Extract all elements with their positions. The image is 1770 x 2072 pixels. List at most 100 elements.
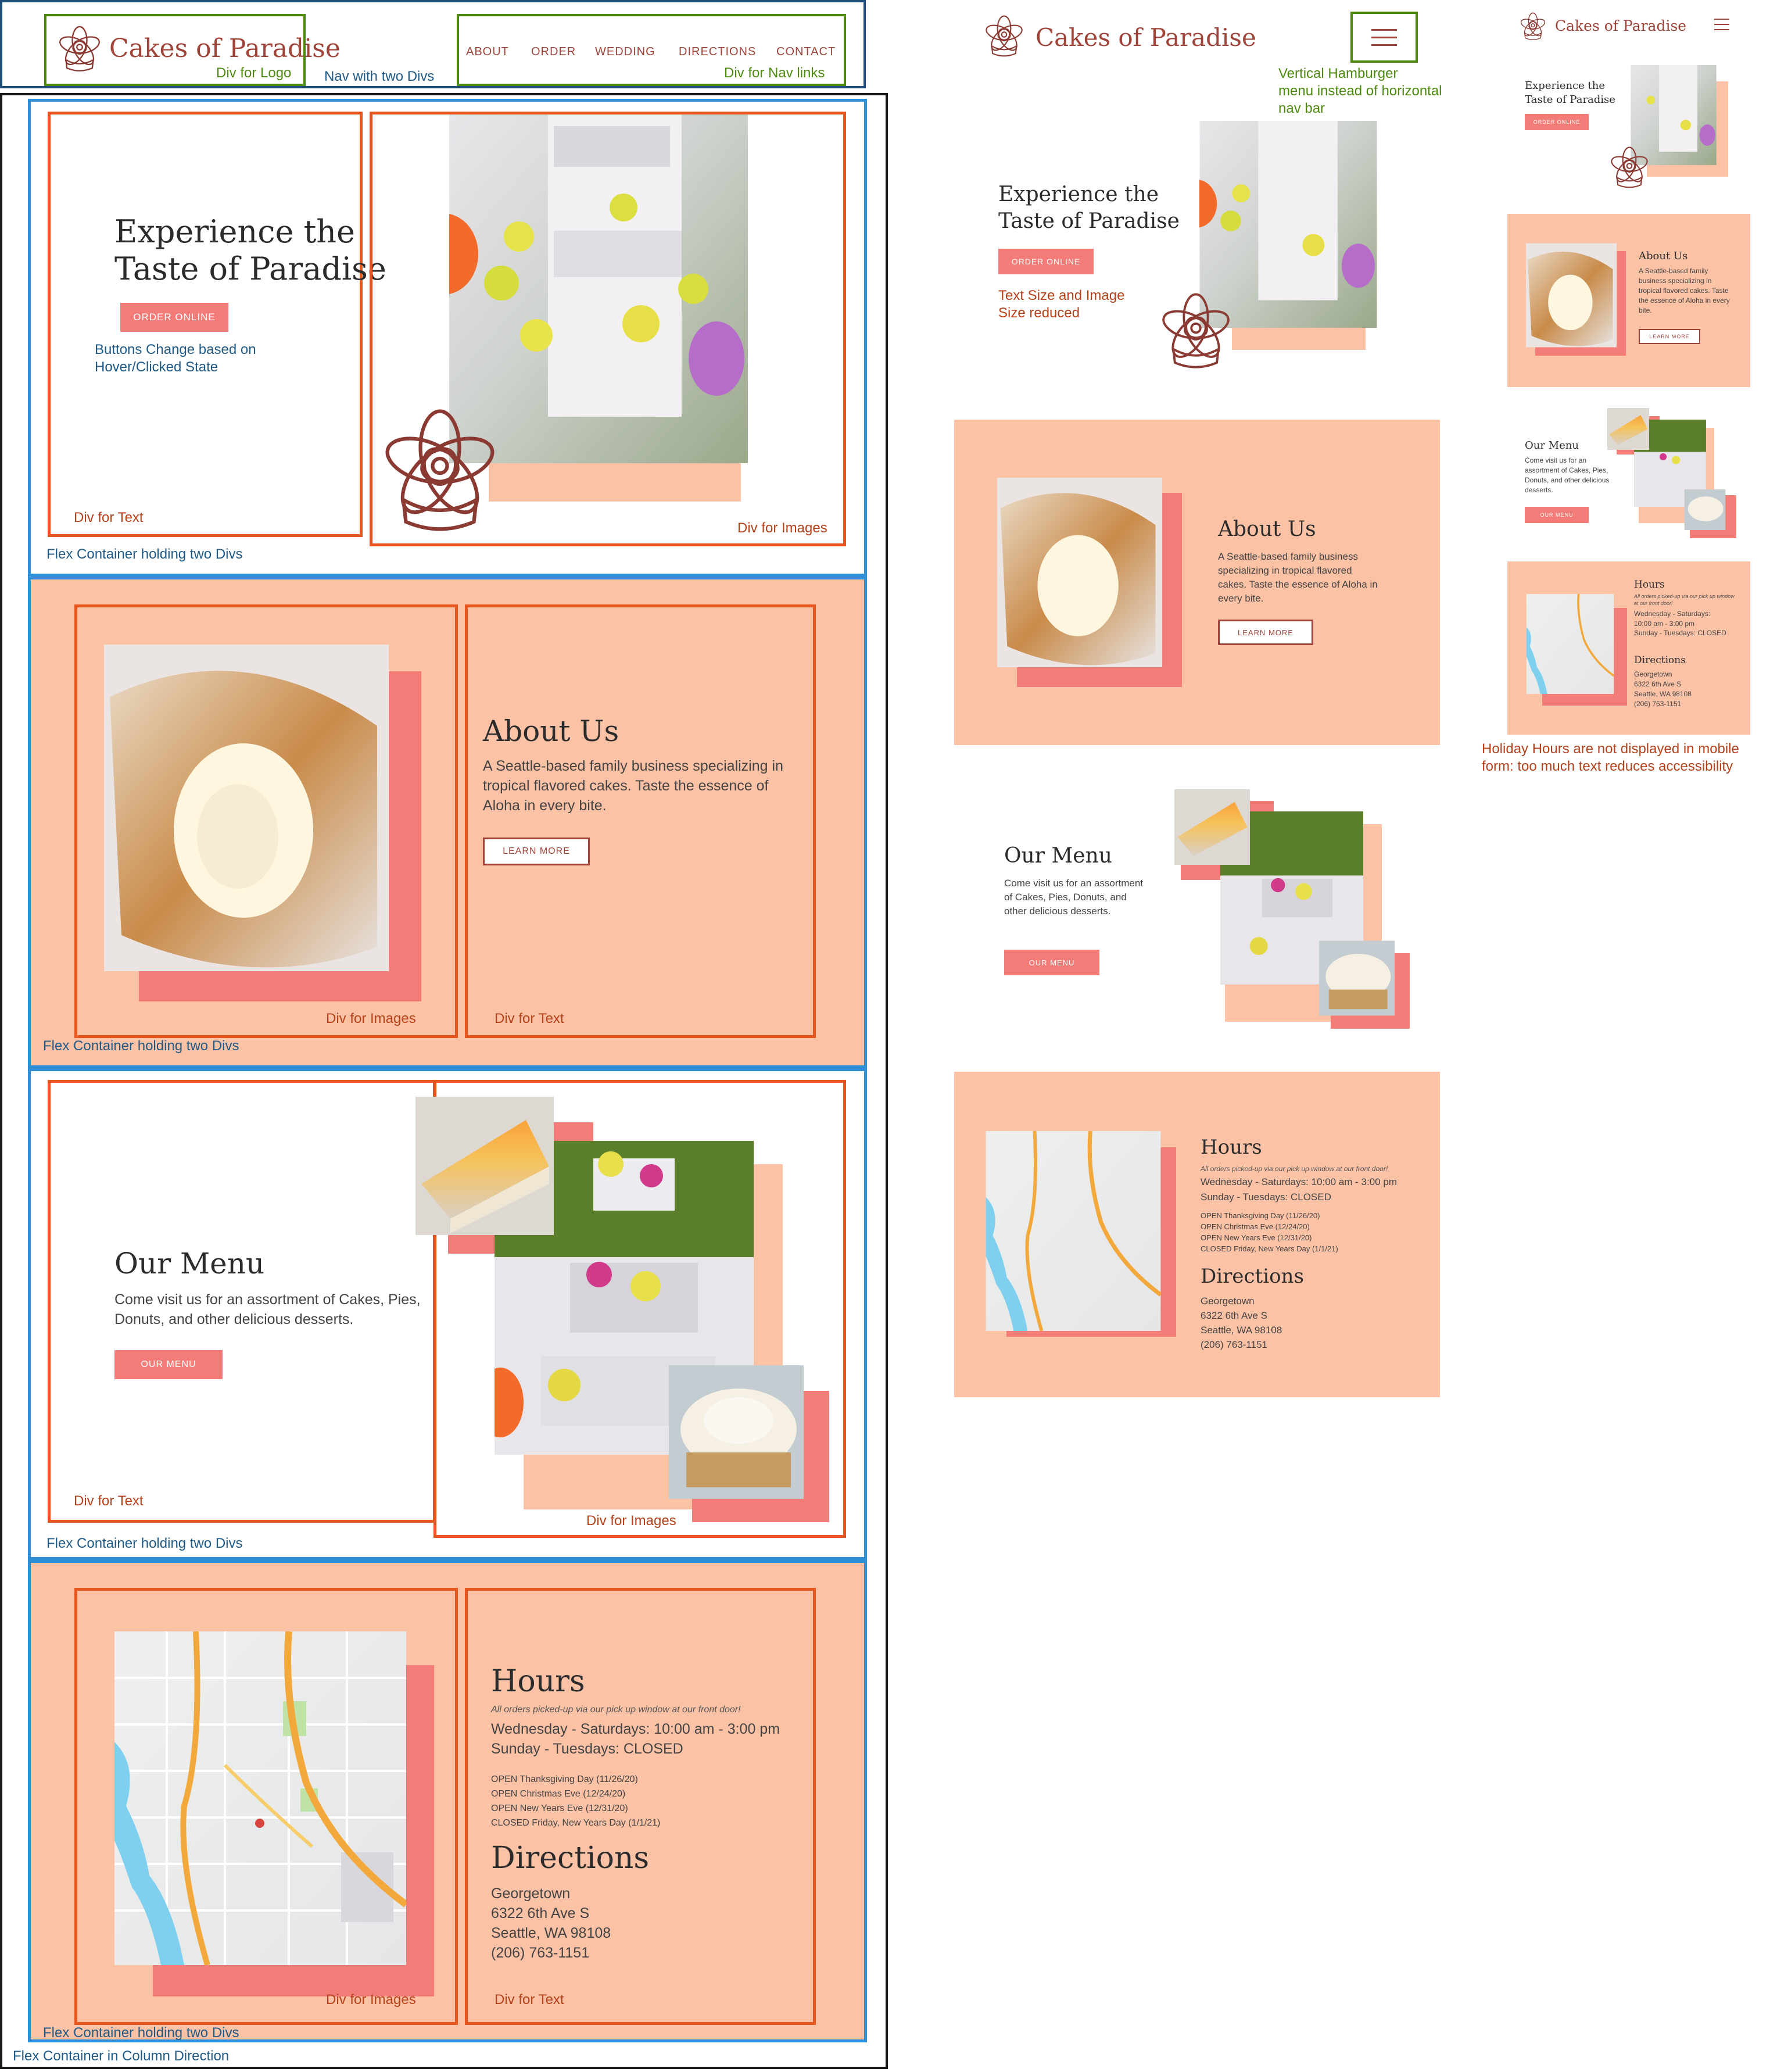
map-image (114, 1631, 406, 1965)
brand-name: Cakes of Paradise (109, 34, 341, 63)
mobile-hamburger-icon[interactable] (1714, 19, 1729, 31)
tablet-directions-title: Directions (1201, 1265, 1304, 1288)
menu-title: Our Menu (114, 1247, 265, 1280)
address-line: Seattle, WA 98108 (1634, 690, 1692, 698)
address-line: 6322 6th Ave S (1634, 680, 1682, 688)
nav-links-div: ABOUT ORDER WEDDING DIRECTIONS CONTACT D… (457, 14, 846, 86)
address-line: Seattle, WA 98108 (491, 1925, 611, 1941)
tablet-about-body: A Seattle-based family business speciali… (1218, 551, 1378, 604)
mobile-menu-pie-image (1607, 408, 1649, 450)
annotation-button-states: Buttons Change based on Hover/Clicked St… (95, 342, 256, 375)
tablet-hours-note: All orders picked-up via our pick up win… (1201, 1165, 1388, 1173)
nav-link-wedding[interactable]: WEDDING (595, 45, 655, 59)
hours-weekend: Sunday - Tuesdays: CLOSED (491, 1741, 683, 1757)
hours-images-div: Div for Images (74, 1588, 458, 2025)
annotation-flex-two-divs-menu: Flex Container holding two Divs (46, 1536, 243, 1551)
mobile-hero-title: Experience the Taste of Paradise (1525, 80, 1615, 106)
annotation-flex-two-divs-hours: Flex Container holding two Divs (43, 2025, 239, 2041)
mobile-brand-name: Cakes of Paradise (1555, 17, 1687, 34)
tablet-hours-section: Hours All orders picked-up via our pick … (954, 1072, 1440, 1397)
order-online-button[interactable]: ORDER ONLINE (120, 303, 228, 332)
address-line: Seattle, WA 98108 (1201, 1325, 1282, 1336)
hero-images-div: Div for Images (370, 112, 846, 546)
tablet-our-menu-button[interactable]: OUR MENU (1004, 950, 1099, 975)
tablet-menu-pie-image (1174, 789, 1250, 865)
holiday-item: OPEN Christmas Eve (12/24/20) (491, 1789, 626, 1799)
hours-text-div: Hours All orders picked-up via our pick … (465, 1588, 816, 2025)
about-images-div: Div for Images (74, 604, 458, 1038)
mobile-map-image (1526, 594, 1614, 694)
holiday-item: CLOSED Friday, New Years Day (1/1/21) (1201, 1244, 1338, 1253)
mobile-flower-cake-illustration (1609, 146, 1650, 188)
tablet-menu-body: Come visit us for an assortment of Cakes… (1004, 878, 1144, 917)
tablet-about-section: About Us A Seattle-based family business… (954, 420, 1440, 745)
about-donut-image (104, 645, 389, 971)
menu-images-div: Div for Images (415, 1080, 846, 1538)
annotation-div-images-hours: Div for Images (326, 1992, 416, 2007)
tablet-learn-more-button[interactable]: LEARN MORE (1218, 620, 1313, 645)
mobile-hours-weekend: Sunday - Tuesdays: CLOSED (1634, 629, 1726, 637)
tablet-about-title: About Us (1218, 517, 1316, 541)
annotation-div-images-menu: Div for Images (586, 1513, 676, 1529)
our-menu-button[interactable]: OUR MENU (114, 1350, 223, 1379)
annotation-div-text-hours: Div for Text (495, 1992, 564, 2007)
mobile-about-title: About Us (1639, 250, 1688, 262)
mobile-menu-body: Come visit us for an assortment of Cakes… (1525, 456, 1610, 494)
mobile-order-online-button[interactable]: ORDER ONLINE (1525, 114, 1589, 130)
hours-weekday: Wednesday - Saturdays: 10:00 am - 3:00 p… (491, 1721, 780, 1737)
tablet-menu-slice-image (1319, 940, 1395, 1016)
tablet-menu-title: Our Menu (1004, 844, 1112, 868)
flower-logo-icon (57, 26, 102, 71)
directions-title: Directions (491, 1841, 650, 1876)
mobile-directions-address: Georgetown 6322 6th Ave S Seattle, WA 98… (1634, 670, 1692, 709)
menu-body: Come visit us for an assortment of Cakes… (114, 1291, 421, 1327)
tablet-directions-address: Georgetown 6322 6th Ave S Seattle, WA 98… (1201, 1294, 1282, 1352)
flower-cake-illustration (376, 405, 504, 539)
holiday-item: OPEN Christmas Eve (12/24/20) (1201, 1222, 1310, 1231)
address-line[interactable]: (206) 763-1151 (1201, 1337, 1282, 1352)
holiday-item: OPEN New Years Eve (12/31/20) (491, 1803, 628, 1813)
tablet-hamburger-button[interactable] (1350, 12, 1418, 63)
holiday-item: OPEN Thanksgiving Day (11/26/20) (1201, 1211, 1320, 1220)
annotation-text-size: Text Size and Image Size reduced (998, 288, 1125, 321)
mobile-menu-slice-image (1684, 489, 1726, 530)
logo-div[interactable]: Cakes of Paradise Div for Logo (44, 14, 341, 86)
address-line[interactable]: (206) 763-1151 (491, 1943, 611, 1963)
holiday-item: OPEN Thanksgiving Day (11/26/20) (491, 1774, 638, 1784)
hero-title: Experience the Taste of Paradise (114, 213, 386, 287)
address-line: 6322 6th Ave S (491, 1905, 590, 1921)
learn-more-button[interactable]: LEARN MORE (483, 838, 590, 865)
directions-address: Georgetown 6322 6th Ave S Seattle, WA 98… (491, 1884, 611, 1963)
annotation-hamburger: Vertical Hamburger menu instead of horiz… (1278, 66, 1442, 116)
menu-pie-image (415, 1097, 554, 1235)
about-body: A Seattle-based family business speciali… (483, 758, 783, 814)
tablet-brand-name: Cakes of Paradise (1036, 23, 1256, 52)
nav-link-order[interactable]: ORDER (531, 45, 576, 59)
annotation-nav-links-div: Div for Nav links (724, 65, 825, 81)
tablet-hours-weekday: Wednesday - Saturdays: 10:00 am - 3:00 p… (1201, 1176, 1397, 1187)
tablet-flower-logo-icon (984, 15, 1024, 57)
annotation-flex-column: Flex Container in Column Direction (13, 2048, 230, 2064)
nav-link-about[interactable]: ABOUT (466, 45, 509, 59)
mobile-hours-title: Hours (1634, 579, 1665, 591)
tablet-hero-title: Experience the Taste of Paradise (998, 182, 1180, 233)
address-line[interactable]: (206) 763-1151 (1634, 699, 1692, 709)
holiday-item: CLOSED Friday, New Years Day (1/1/21) (491, 1818, 661, 1828)
annotation-div-text-menu: Div for Text (74, 1493, 144, 1509)
annotation-logo-div: Div for Logo (216, 65, 292, 81)
hero-text-div: Experience the Taste of Paradise ORDER O… (48, 112, 386, 537)
nav-link-contact[interactable]: CONTACT (776, 45, 836, 59)
nav-link-directions[interactable]: DIRECTIONS (679, 45, 756, 59)
address-line: Georgetown (491, 1885, 571, 1902)
mobile-about-section: About Us A Seattle-based family business… (1507, 214, 1750, 387)
menu-slice-image (669, 1365, 804, 1499)
tablet-order-online-button[interactable]: ORDER ONLINE (998, 249, 1094, 274)
annotation-holiday-hours: Holiday Hours are not displayed in mobil… (1482, 741, 1739, 774)
mobile-learn-more-button[interactable]: LEARN MORE (1639, 329, 1700, 344)
hours-title: Hours (491, 1664, 585, 1699)
tablet-about-donut-image (997, 478, 1163, 667)
annotation-flex-two-divs-hero: Flex Container holding two Divs (46, 546, 243, 562)
mobile-our-menu-button[interactable]: OUR MENU (1525, 507, 1589, 523)
mobile-hours-section: Hours All orders picked-up via our pick … (1507, 561, 1750, 735)
mobile-about-body: A Seattle-based family business speciali… (1639, 267, 1730, 314)
